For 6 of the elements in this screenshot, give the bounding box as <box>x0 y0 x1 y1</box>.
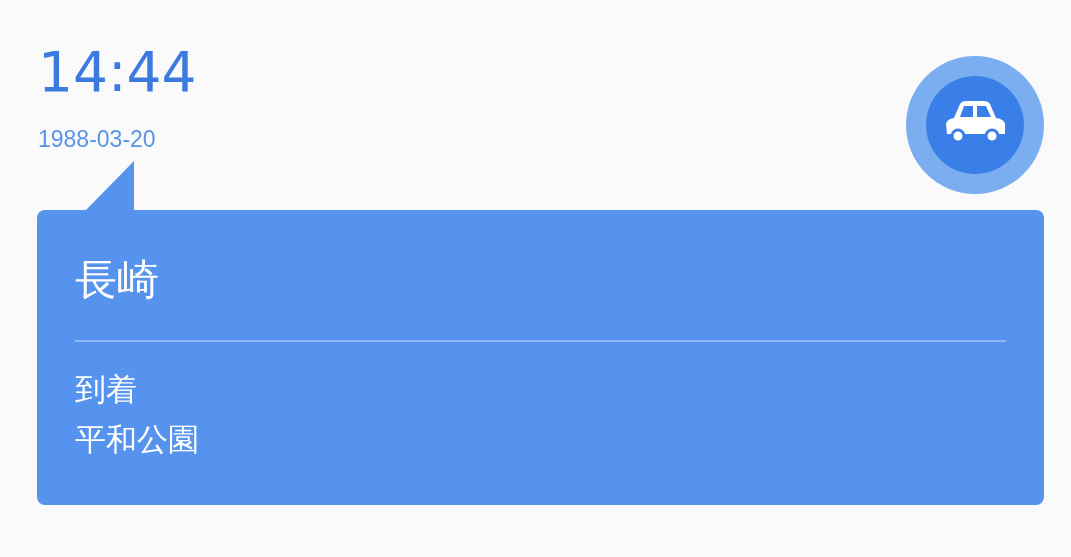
time-text: 14:44 <box>38 39 197 106</box>
date-text: 1988-03-20 <box>38 125 157 154</box>
card-title: 長崎 <box>75 254 159 306</box>
car-icon <box>906 56 1044 194</box>
card-text: 到着 <box>75 370 137 409</box>
card-text: 平和公園 <box>75 420 199 459</box>
